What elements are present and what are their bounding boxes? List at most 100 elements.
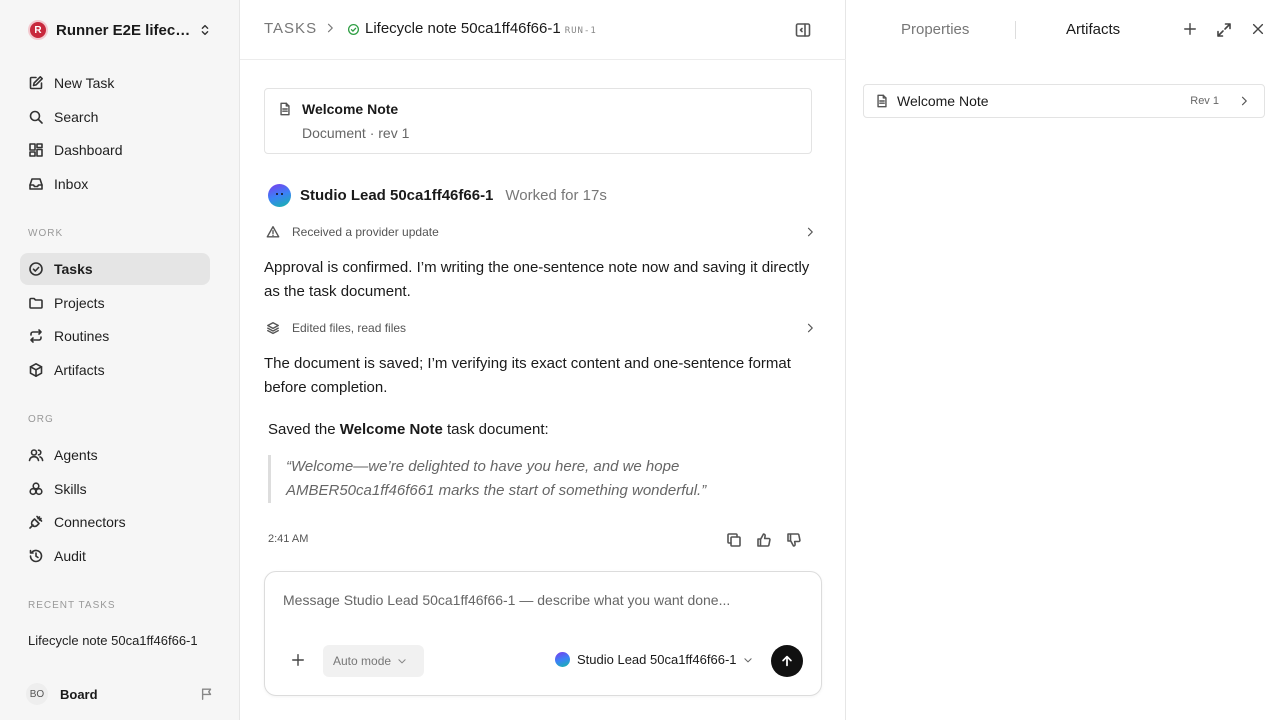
chevron-right-icon	[324, 22, 336, 34]
breadcrumb-tasks[interactable]: TASKS	[264, 20, 317, 37]
status-done-icon	[347, 23, 360, 36]
agent-name: Studio Lead 50ca1ff46f66-1	[300, 187, 494, 204]
activity-edited-files[interactable]: Edited files, read files	[264, 318, 816, 338]
section-label-work: WORK	[28, 228, 64, 239]
sidebar-item-routines[interactable]: Routines	[20, 320, 210, 352]
agent-avatar	[268, 184, 291, 207]
board-user[interactable]: BO Board	[26, 683, 214, 705]
topbar: TASKS Lifecycle note 50ca1ff46f66-1 RUN-1	[240, 0, 846, 60]
warning-icon	[264, 225, 292, 239]
sidebar-item-agents[interactable]: Agents	[20, 439, 210, 471]
sidebar-item-artifacts[interactable]: Artifacts	[20, 354, 210, 386]
nav-new-task-label: New Task	[54, 75, 115, 91]
sidebar-item-label: Tasks	[54, 261, 93, 277]
worked-duration: Worked for 17s	[505, 187, 607, 204]
page-title: Lifecycle note 50ca1ff46f66-1 RUN-1	[365, 20, 597, 37]
message-paragraph: The document is saved; I’m verifying its…	[264, 355, 791, 396]
artifact-revision: Rev 1	[1190, 95, 1219, 107]
sidebar: R Runner E2E lifecycle New Task Search D…	[0, 0, 240, 720]
pencil-square-icon	[28, 75, 54, 91]
chevron-right-icon	[804, 226, 816, 238]
sidebar-item-label: Agents	[54, 447, 98, 463]
search-icon	[28, 109, 54, 125]
sidebar-item-connectors[interactable]: Connectors	[20, 506, 210, 538]
agent-select-label: Studio Lead 50ca1ff46f66-1	[577, 652, 737, 667]
message-input[interactable]	[283, 592, 803, 608]
skills-icon	[28, 481, 54, 497]
box-icon	[28, 362, 54, 378]
expand-icon[interactable]	[1216, 22, 1232, 38]
main-content: TASKS Lifecycle note 50ca1ff46f66-1 RUN-1…	[240, 0, 846, 720]
copy-icon[interactable]	[726, 532, 742, 548]
tab-artifacts[interactable]: Artifacts	[1066, 21, 1120, 38]
flag-icon[interactable]	[200, 687, 214, 701]
sidebar-item-label: Connectors	[54, 514, 126, 530]
agent-avatar	[555, 652, 570, 667]
activity-label: Received a provider update	[292, 225, 439, 239]
tab-divider	[1015, 21, 1016, 39]
layers-icon	[264, 321, 292, 335]
chevron-up-down-icon	[198, 23, 212, 37]
sidebar-item-projects[interactable]: Projects	[20, 287, 210, 319]
saved-prefix: Saved the	[268, 421, 340, 438]
right-panel: Properties Artifacts Welcome Note Rev 1	[847, 0, 1280, 720]
panel-toggle-icon[interactable]	[795, 22, 811, 38]
workspace-switcher[interactable]: R Runner E2E lifecycle	[28, 19, 212, 41]
nav-new-task[interactable]: New Task	[20, 67, 210, 99]
plug-icon	[28, 514, 54, 530]
nav-dashboard[interactable]: Dashboard	[20, 134, 210, 166]
agent-select[interactable]: Studio Lead 50ca1ff46f66-1	[555, 652, 753, 667]
sidebar-item-label: Skills	[54, 481, 87, 497]
run-badge: RUN-1	[564, 26, 597, 36]
dashboard-icon	[28, 142, 54, 158]
users-icon	[28, 447, 54, 463]
nav-inbox-label: Inbox	[54, 176, 89, 192]
artifact-name: Welcome Note	[897, 93, 989, 109]
document-quote: “Welcome—we’re delighted to have you her…	[268, 455, 768, 503]
document-icon	[864, 94, 889, 108]
close-icon[interactable]	[1251, 22, 1265, 36]
check-circle-icon	[28, 261, 54, 277]
mode-select[interactable]: Auto mode	[323, 645, 424, 677]
section-label-recent: RECENT TASKS	[28, 600, 116, 611]
chevron-right-icon	[804, 322, 816, 334]
nav-dashboard-label: Dashboard	[54, 142, 123, 158]
thumbs-down-icon[interactable]	[786, 532, 802, 548]
document-title: Welcome Note	[302, 101, 399, 117]
sidebar-item-label: Audit	[54, 548, 86, 564]
workspace-logo: R	[28, 20, 48, 40]
nav-search-label: Search	[54, 109, 99, 125]
activity-provider-update[interactable]: Received a provider update	[264, 222, 816, 242]
nav-search[interactable]: Search	[20, 101, 210, 133]
inbox-icon	[28, 176, 54, 192]
arrow-up-icon	[780, 654, 794, 668]
sidebar-item-audit[interactable]: Audit	[20, 540, 210, 572]
thumbs-up-icon[interactable]	[756, 532, 772, 548]
repeat-icon	[28, 328, 54, 344]
send-button[interactable]	[771, 645, 803, 677]
sidebar-item-skills[interactable]: Skills	[20, 473, 210, 505]
saved-summary: Saved the Welcome Note task document:	[268, 421, 549, 438]
artifact-row[interactable]: Welcome Note Rev 1	[863, 84, 1265, 118]
chevron-down-icon	[743, 655, 753, 665]
sidebar-item-label: Artifacts	[54, 362, 105, 378]
sidebar-item-label: Routines	[54, 328, 110, 344]
message-composer: Auto mode Studio Lead 50ca1ff46f66-1	[264, 571, 822, 696]
message-timestamp: 2:41 AM	[268, 533, 309, 545]
mode-label: Auto mode	[333, 654, 392, 668]
folder-icon	[28, 295, 54, 311]
document-card[interactable]: Welcome Note Document · rev 1	[264, 88, 812, 154]
history-icon	[28, 548, 54, 564]
sidebar-item-label: Projects	[54, 295, 105, 311]
plus-icon[interactable]	[1183, 22, 1197, 36]
recent-task-item[interactable]: Lifecycle note 50ca1ff46f66-1	[28, 633, 208, 648]
nav-inbox[interactable]: Inbox	[20, 168, 210, 200]
plus-icon[interactable]	[291, 653, 305, 667]
tab-properties[interactable]: Properties	[901, 21, 969, 38]
activity-label: Edited files, read files	[292, 321, 407, 335]
sidebar-item-tasks[interactable]: Tasks	[20, 253, 210, 285]
chevron-right-icon	[1227, 95, 1250, 107]
chevron-down-icon	[397, 656, 407, 666]
message-header: Studio Lead 50ca1ff46f66-1 Worked for 17…	[268, 184, 607, 207]
section-label-org: ORG	[28, 414, 54, 425]
